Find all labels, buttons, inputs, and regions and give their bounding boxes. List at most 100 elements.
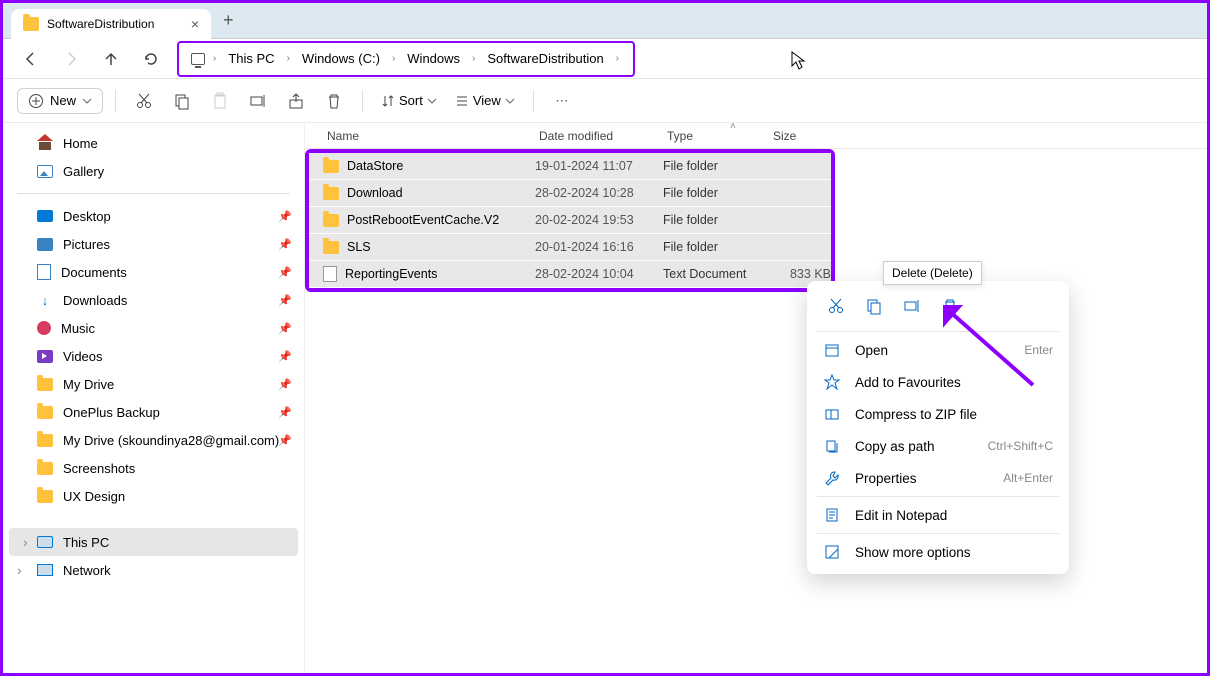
back-button[interactable] [17,45,45,73]
folder-icon [37,490,53,503]
file-name: ReportingEvents [345,267,437,281]
sort-indicator-icon: ˄ [730,121,736,132]
share-button[interactable] [280,85,312,117]
sidebar-item-screenshots[interactable]: Screenshots [3,454,304,482]
ctx-rename-button[interactable] [895,291,929,321]
refresh-button[interactable] [137,45,165,73]
sidebar-item-thispc[interactable]: This PC [9,528,298,556]
file-type: File folder [663,159,769,173]
pin-icon: 📌 [278,322,292,335]
sidebar-item-uxdesign[interactable]: UX Design [3,482,304,510]
chevron-right-icon[interactable]: › [614,53,621,64]
sidebar-item-pictures[interactable]: Pictures📌 [3,230,304,258]
pin-icon: 📌 [278,238,292,251]
file-date: 20-02-2024 19:53 [535,213,663,227]
cut-button[interactable] [128,85,160,117]
breadcrumb-item[interactable]: Windows (C:) [296,49,386,68]
chevron-right-icon[interactable]: › [390,53,397,64]
sidebar-item-downloads[interactable]: ↓Downloads📌 [3,286,304,314]
forward-button[interactable] [57,45,85,73]
pin-icon: 📌 [278,294,292,307]
home-icon [37,136,53,150]
pc-icon [37,536,53,548]
chevron-down-icon [427,96,437,106]
ctx-cut-button[interactable] [819,291,853,321]
folder-icon [37,462,53,475]
ctx-copy-button[interactable] [857,291,891,321]
address-bar[interactable]: › This PC › Windows (C:) › Windows › Sof… [183,44,629,74]
pin-icon: 📌 [278,378,292,391]
chevron-down-icon [505,96,515,106]
file-row[interactable]: PostRebootEventCache.V220-02-2024 19:53F… [309,207,831,234]
documents-icon [37,264,51,280]
sidebar-item-network[interactable]: Network [3,556,304,584]
view-button[interactable]: View [449,89,521,112]
file-row[interactable]: DataStore19-01-2024 11:07File folder [309,153,831,180]
sidebar-item-home[interactable]: Home [3,129,304,157]
ctx-open[interactable]: OpenEnter [813,334,1063,366]
ctx-show-more[interactable]: Show more options [813,536,1063,568]
folder-icon [37,406,53,419]
sidebar-item-mydrive-account[interactable]: My Drive (skoundinya28@gmail.com)📌 [3,426,304,454]
file-name: DataStore [347,159,403,173]
music-icon [37,321,51,335]
folder-icon [323,187,339,200]
ctx-add-favourites[interactable]: Add to Favourites [813,366,1063,398]
zip-icon [823,405,841,423]
sidebar-item-oneplus[interactable]: OnePlus Backup📌 [3,398,304,426]
context-menu: OpenEnter Add to Favourites Compress to … [807,281,1069,574]
sidebar-item-mydrive[interactable]: My Drive📌 [3,370,304,398]
file-name: SLS [347,240,371,254]
ctx-delete-button[interactable] [933,291,967,321]
sidebar-item-desktop[interactable]: Desktop📌 [3,202,304,230]
file-row[interactable]: Download28-02-2024 10:28File folder [309,180,831,207]
ctx-edit-notepad[interactable]: Edit in Notepad [813,499,1063,531]
ctx-properties[interactable]: PropertiesAlt+Enter [813,462,1063,494]
chevron-down-icon [82,96,92,106]
up-button[interactable] [97,45,125,73]
column-header-type[interactable]: Type [667,129,773,143]
videos-icon [37,350,53,363]
pc-icon [191,53,205,65]
folder-icon [323,241,339,254]
sort-button[interactable]: Sort [375,89,443,112]
gallery-icon [37,165,53,178]
chevron-right-icon[interactable]: › [211,53,218,64]
column-header-date[interactable]: Date modified [539,129,667,143]
ctx-copy-path[interactable]: Copy as pathCtrl+Shift+C [813,430,1063,462]
breadcrumb-item[interactable]: This PC [222,49,280,68]
sidebar-item-gallery[interactable]: Gallery [3,157,304,185]
breadcrumb-item[interactable]: Windows [401,49,466,68]
rename-button[interactable] [242,85,274,117]
sidebar-item-videos[interactable]: Videos📌 [3,342,304,370]
breadcrumb-item[interactable]: SoftwareDistribution [481,49,609,68]
column-header-name[interactable]: Name [313,129,539,143]
close-tab-icon[interactable]: × [191,16,199,32]
downloads-icon: ↓ [37,293,53,307]
list-icon [455,94,469,108]
current-tab[interactable]: SoftwareDistribution × [11,9,211,39]
new-tab-button[interactable]: + [223,10,234,31]
new-button[interactable]: New [17,88,103,114]
tabs-bar: SoftwareDistribution × + [3,3,1207,39]
chevron-right-icon[interactable]: › [285,53,292,64]
file-row[interactable]: SLS20-01-2024 16:16File folder [309,234,831,261]
chevron-right-icon[interactable]: › [470,53,477,64]
delete-button[interactable] [318,85,350,117]
sort-icon [381,94,395,108]
column-header-size[interactable]: Size [773,129,843,143]
plus-circle-icon [28,93,44,109]
file-size: 833 KB [769,267,831,281]
file-date: 20-01-2024 16:16 [535,240,663,254]
sidebar-item-documents[interactable]: Documents📌 [3,258,304,286]
more-button[interactable]: ⋯ [546,85,578,117]
sidebar-item-music[interactable]: Music📌 [3,314,304,342]
ctx-compress-zip[interactable]: Compress to ZIP file [813,398,1063,430]
file-row[interactable]: ReportingEvents28-02-2024 10:04Text Docu… [309,261,831,288]
wrench-icon [823,469,841,487]
navigation-pane: Home Gallery Desktop📌 Pictures📌 Document… [3,123,305,673]
paste-button[interactable] [204,85,236,117]
folder-icon [37,434,53,447]
delete-tooltip: Delete (Delete) [883,261,982,285]
copy-button[interactable] [166,85,198,117]
